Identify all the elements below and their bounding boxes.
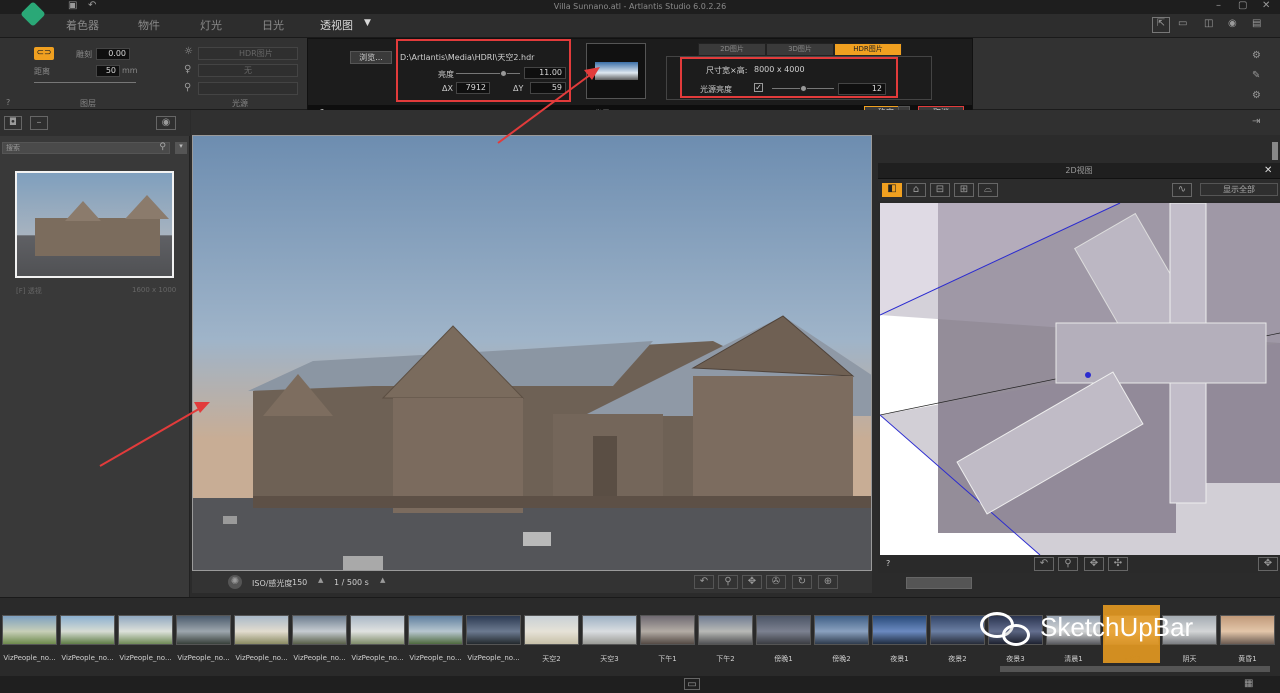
library-thumbnail-label: 天空3 bbox=[600, 655, 619, 663]
library-thumbnail[interactable] bbox=[176, 615, 231, 645]
library-thumbnail[interactable] bbox=[466, 615, 521, 645]
library-thumbnail-label: VizPeople_no... bbox=[235, 654, 288, 662]
library-thumbnail-label: 傍晚2 bbox=[832, 655, 851, 663]
library-thumbnail-label: VizPeople_no... bbox=[467, 654, 520, 662]
watermark-text: SketchUpBar bbox=[1040, 612, 1194, 642]
wechat-icon-small bbox=[1002, 624, 1030, 646]
library-thumbnail-label: 下午2 bbox=[716, 655, 735, 663]
library-thumbnail-label: VizPeople_no... bbox=[3, 654, 56, 662]
library-thumbnail-label: 夜景1 bbox=[890, 655, 909, 663]
watermark: SketchUpBar bbox=[976, 606, 1246, 656]
library-thumbnail[interactable] bbox=[640, 615, 695, 645]
status-grid-icon[interactable]: ▦ bbox=[1244, 678, 1253, 689]
library-thumbnail[interactable] bbox=[524, 615, 579, 645]
library-thumbnail-label: VizPeople_no... bbox=[293, 654, 346, 662]
library-thumbnail-label: 下午1 bbox=[658, 655, 677, 663]
library-thumbnail-label: VizPeople_no... bbox=[119, 654, 172, 662]
library-thumbnail[interactable] bbox=[60, 615, 115, 645]
library-thumbnail-label: VizPeople_no... bbox=[351, 654, 404, 662]
library-thumbnail[interactable] bbox=[698, 615, 753, 645]
library-thumbnail[interactable] bbox=[2, 615, 57, 645]
library-thumbnail-label: VizPeople_no... bbox=[409, 654, 462, 662]
library-thumbnail[interactable] bbox=[118, 615, 173, 645]
library-thumbnail-label: 傍晚1 bbox=[774, 655, 793, 663]
library-thumbnail[interactable] bbox=[408, 615, 463, 645]
annotation-arrows bbox=[99, 67, 600, 467]
status-bar: ▭ ▦ bbox=[0, 676, 1280, 693]
library-thumbnail[interactable] bbox=[350, 615, 405, 645]
library-thumbnail[interactable] bbox=[814, 615, 869, 645]
library-thumbnail[interactable] bbox=[234, 615, 289, 645]
library-thumbnail-label: 天空2 bbox=[542, 655, 561, 663]
library-thumbnail-label: VizPeople_no... bbox=[177, 654, 230, 662]
library-thumbnail-label: VizPeople_no... bbox=[61, 654, 114, 662]
library-thumbnail[interactable] bbox=[872, 615, 927, 645]
library-thumbnail[interactable] bbox=[582, 615, 637, 645]
status-preview-icon[interactable]: ▭ bbox=[684, 678, 700, 690]
library-thumbnail[interactable] bbox=[292, 615, 347, 645]
library-thumbnail[interactable] bbox=[756, 615, 811, 645]
library-scrollbar[interactable] bbox=[1000, 666, 1270, 672]
